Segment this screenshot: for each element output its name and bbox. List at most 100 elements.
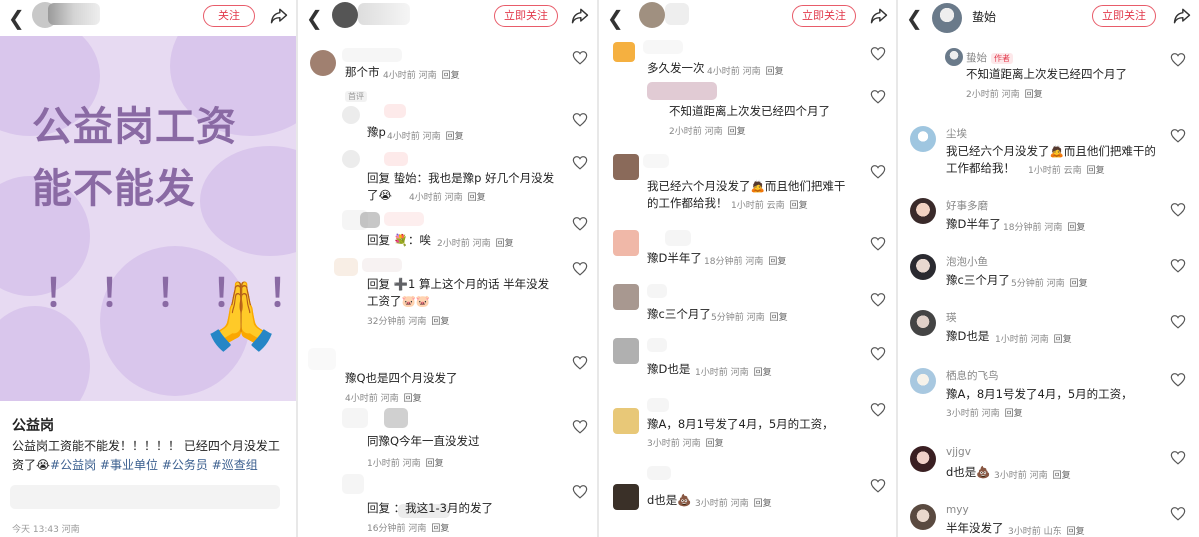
- comment-username[interactable]: 好事多磨: [946, 198, 988, 213]
- comment-list[interactable]: 多久发一次 4小时前 河南 回复 不知道距离上次发已经四个月了 2小时前 河南 回复…: [599, 36, 896, 537]
- avatar[interactable]: [639, 2, 665, 28]
- reply-button[interactable]: 回复: [446, 132, 464, 142]
- follow-button[interactable]: 立即关注: [792, 5, 856, 27]
- reply-button[interactable]: 回复: [790, 201, 808, 211]
- heart-outline-icon[interactable]: [1170, 506, 1186, 521]
- avatar[interactable]: [910, 198, 936, 224]
- reply-button[interactable]: 回复: [404, 394, 422, 404]
- avatar[interactable]: [613, 408, 639, 434]
- heart-outline-icon[interactable]: [870, 402, 886, 417]
- heart-outline-icon[interactable]: [870, 478, 886, 493]
- reply-button[interactable]: 回复: [1053, 471, 1071, 481]
- hashtag[interactable]: #事业单位: [100, 458, 158, 472]
- comment-list[interactable]: 蛰始 作者 不知道距离上次发已经四个月了 2小时前 河南 回复 尘埃 我已经六个月没…: [898, 36, 1199, 537]
- heart-outline-icon[interactable]: [1170, 314, 1186, 329]
- reply-button[interactable]: 回复: [1067, 527, 1085, 537]
- heart-outline-icon[interactable]: [1170, 52, 1186, 67]
- follow-button[interactable]: 立即关注: [494, 5, 558, 27]
- comment-username[interactable]: 尘埃: [946, 126, 967, 141]
- comment-username[interactable]: 栖息的飞鸟: [946, 368, 999, 383]
- reply-button[interactable]: 回复: [768, 257, 786, 267]
- post-image[interactable]: 公益岗工资 能不能发 ！！！！！ 🙏: [0, 36, 296, 401]
- heart-outline-icon[interactable]: [572, 50, 588, 65]
- heart-outline-icon[interactable]: [870, 164, 886, 179]
- hashtag[interactable]: #公益岗: [50, 458, 96, 472]
- heart-outline-icon[interactable]: [870, 89, 886, 104]
- avatar[interactable]: [310, 50, 336, 76]
- heart-outline-icon[interactable]: [1170, 372, 1186, 387]
- reply-button[interactable]: 回复: [728, 127, 746, 137]
- chevron-left-icon[interactable]: ❮: [8, 6, 25, 30]
- comment-username[interactable]: 瑛: [946, 310, 957, 325]
- author-name-blurred[interactable]: [358, 3, 410, 25]
- reply-button[interactable]: 回复: [1005, 409, 1023, 419]
- avatar[interactable]: [342, 106, 360, 124]
- follow-button[interactable]: 关注: [203, 5, 255, 27]
- avatar[interactable]: [945, 48, 963, 66]
- avatar[interactable]: [932, 3, 962, 33]
- heart-outline-icon[interactable]: [572, 216, 588, 231]
- reply-button[interactable]: 回复: [1087, 166, 1105, 176]
- heart-outline-icon[interactable]: [870, 292, 886, 307]
- avatar[interactable]: [910, 126, 936, 152]
- share-icon[interactable]: [570, 6, 590, 26]
- reply-button[interactable]: 回复: [770, 313, 788, 323]
- reply-button[interactable]: 回复: [468, 193, 486, 203]
- heart-outline-icon[interactable]: [1170, 202, 1186, 217]
- comment-username[interactable]: myy: [946, 504, 969, 516]
- chevron-left-icon[interactable]: ❮: [306, 6, 323, 30]
- comment-list[interactable]: 那个市 4小时前 河南 回复 首评 豫p 4小时前 河南 回复 回复 蛰始：我也是豫…: [298, 36, 597, 537]
- heart-outline-icon[interactable]: [870, 346, 886, 361]
- heart-outline-icon[interactable]: [1170, 450, 1186, 465]
- heart-outline-icon[interactable]: [572, 355, 588, 370]
- avatar[interactable]: [613, 284, 639, 310]
- heart-outline-icon[interactable]: [870, 46, 886, 61]
- share-icon[interactable]: [1172, 6, 1192, 26]
- avatar[interactable]: [613, 154, 639, 180]
- avatar[interactable]: [613, 338, 639, 364]
- author-name-blurred[interactable]: [665, 3, 689, 25]
- comment-username[interactable]: vjjgv: [946, 446, 971, 458]
- heart-outline-icon[interactable]: [572, 155, 588, 170]
- reply-button[interactable]: 回复: [442, 71, 460, 81]
- heart-outline-icon[interactable]: [572, 419, 588, 434]
- share-icon[interactable]: [869, 6, 889, 26]
- avatar[interactable]: [613, 230, 639, 256]
- heart-outline-icon[interactable]: [572, 261, 588, 276]
- reply-button[interactable]: 回复: [754, 499, 772, 509]
- reply-button[interactable]: 回复: [706, 439, 724, 449]
- reply-button[interactable]: 回复: [426, 459, 444, 469]
- avatar[interactable]: [910, 254, 936, 280]
- chevron-left-icon[interactable]: ❮: [607, 6, 624, 30]
- reply-button[interactable]: 回复: [496, 239, 514, 249]
- heart-outline-icon[interactable]: [870, 236, 886, 251]
- heart-outline-icon[interactable]: [1170, 258, 1186, 273]
- heart-outline-icon[interactable]: [572, 112, 588, 127]
- hashtag[interactable]: #公务员: [162, 458, 208, 472]
- follow-button[interactable]: 立即关注: [1092, 5, 1156, 27]
- reply-button[interactable]: 回复: [1067, 223, 1085, 233]
- heart-outline-icon[interactable]: [572, 484, 588, 499]
- share-icon[interactable]: [269, 6, 289, 26]
- reply-button[interactable]: 回复: [1025, 90, 1043, 100]
- avatar[interactable]: [613, 42, 635, 62]
- avatar[interactable]: [332, 2, 358, 28]
- header-username[interactable]: 蛰始: [972, 8, 996, 25]
- heart-outline-icon[interactable]: [1170, 128, 1186, 143]
- avatar[interactable]: [613, 484, 639, 510]
- reply-button[interactable]: 回复: [754, 368, 772, 378]
- reply-button[interactable]: 回复: [766, 67, 784, 77]
- author-name-blurred[interactable]: [48, 3, 100, 25]
- hashtag[interactable]: #巡查组: [212, 458, 258, 472]
- reply-button[interactable]: 回复: [431, 317, 449, 327]
- reply-button[interactable]: 回复: [1070, 279, 1088, 289]
- chevron-left-icon[interactable]: ❮: [906, 6, 923, 30]
- reply-button[interactable]: 回复: [1054, 335, 1072, 345]
- comment-username[interactable]: 蛰始 作者: [966, 50, 1013, 65]
- comment-username[interactable]: 泡泡小鱼: [946, 254, 988, 269]
- reply-button[interactable]: 回复: [431, 524, 449, 534]
- avatar[interactable]: [342, 150, 360, 168]
- avatar[interactable]: [910, 504, 936, 530]
- avatar[interactable]: [910, 310, 936, 336]
- avatar[interactable]: [910, 368, 936, 394]
